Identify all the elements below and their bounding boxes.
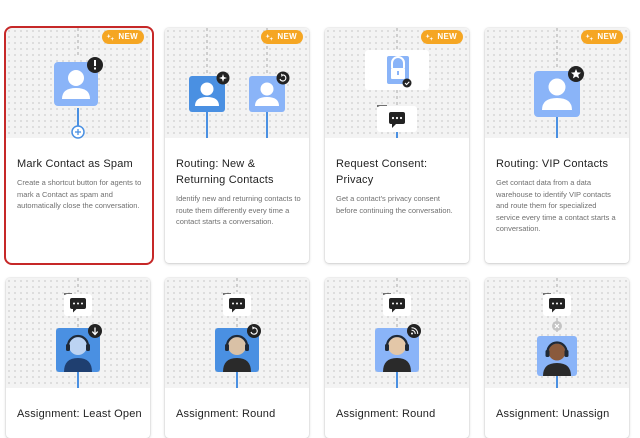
card-illustration <box>165 278 309 388</box>
new-badge-label: NEW <box>118 32 138 41</box>
card-illustration <box>325 278 469 388</box>
template-card-assignment-round-1[interactable]: Assignment: Round <box>165 278 309 438</box>
card-title: Assignment: Unassign <box>496 408 610 420</box>
template-card-request-consent[interactable]: NEW Request Consent: Privacy Get a conta… <box>325 28 469 263</box>
new-badge-label: NEW <box>597 32 617 41</box>
new-badge: NEW <box>421 30 463 44</box>
card-illustration <box>485 28 629 138</box>
star-icon <box>568 66 584 82</box>
card-title: Routing: VIP Contacts <box>496 158 609 170</box>
card-title: Assignment: Least Open <box>17 408 142 420</box>
new-contact-avatar-icon <box>189 71 230 112</box>
broadcast-icon <box>407 324 421 338</box>
check-icon <box>402 78 412 88</box>
card-title: Routing: New & Returning Contacts <box>176 158 274 186</box>
sparkle-icon <box>425 33 434 41</box>
new-badge-label: NEW <box>277 32 297 41</box>
card-illustration <box>6 278 150 388</box>
card-description: Identify new and returning contacts to r… <box>176 194 301 226</box>
template-card-mark-contact-spam[interactable]: NEW Mark Contact as Spam Create a shortc… <box>6 28 150 263</box>
template-card-assignment-round-2[interactable]: Assignment: Round <box>325 278 469 438</box>
template-card-routing-new-returning[interactable]: NEW Routing: New & Returning Contacts Id… <box>165 28 309 263</box>
add-step-icon[interactable] <box>6 122 150 142</box>
card-illustration <box>485 278 629 388</box>
template-card-assignment-unassign[interactable]: Assignment: Unassign <box>485 278 629 438</box>
card-title: Assignment: Round <box>336 408 436 420</box>
card-illustration <box>165 28 309 138</box>
card-title: Request Consent: Privacy <box>336 158 428 186</box>
remove-icon <box>552 321 562 331</box>
arrow-down-icon <box>88 324 102 338</box>
new-badge: NEW <box>581 30 623 44</box>
card-title: Assignment: Round <box>176 408 276 420</box>
template-card-assignment-least-open[interactable]: Assignment: Least Open <box>6 278 150 438</box>
new-badge: NEW <box>261 30 303 44</box>
card-description: Get a contact's privacy consent before c… <box>336 194 453 215</box>
card-description: Get contact data from a data warehouse t… <box>496 178 616 233</box>
sparkle-icon <box>265 33 274 41</box>
refresh-icon <box>247 324 261 338</box>
returning-contact-avatar-icon <box>249 71 290 112</box>
card-illustration <box>325 28 469 138</box>
sparkle-icon <box>106 33 115 41</box>
alert-icon <box>87 57 103 73</box>
sparkle-icon <box>585 33 594 41</box>
new-badge: NEW <box>102 30 144 44</box>
agent-avatar-icon <box>537 336 577 376</box>
card-title: Mark Contact as Spam <box>17 158 133 170</box>
card-description: Create a shortcut button for agents to m… <box>17 178 142 210</box>
template-card-routing-vip[interactable]: NEW Routing: VIP Contacts Get contact da… <box>485 28 629 263</box>
new-badge-label: NEW <box>437 32 457 41</box>
